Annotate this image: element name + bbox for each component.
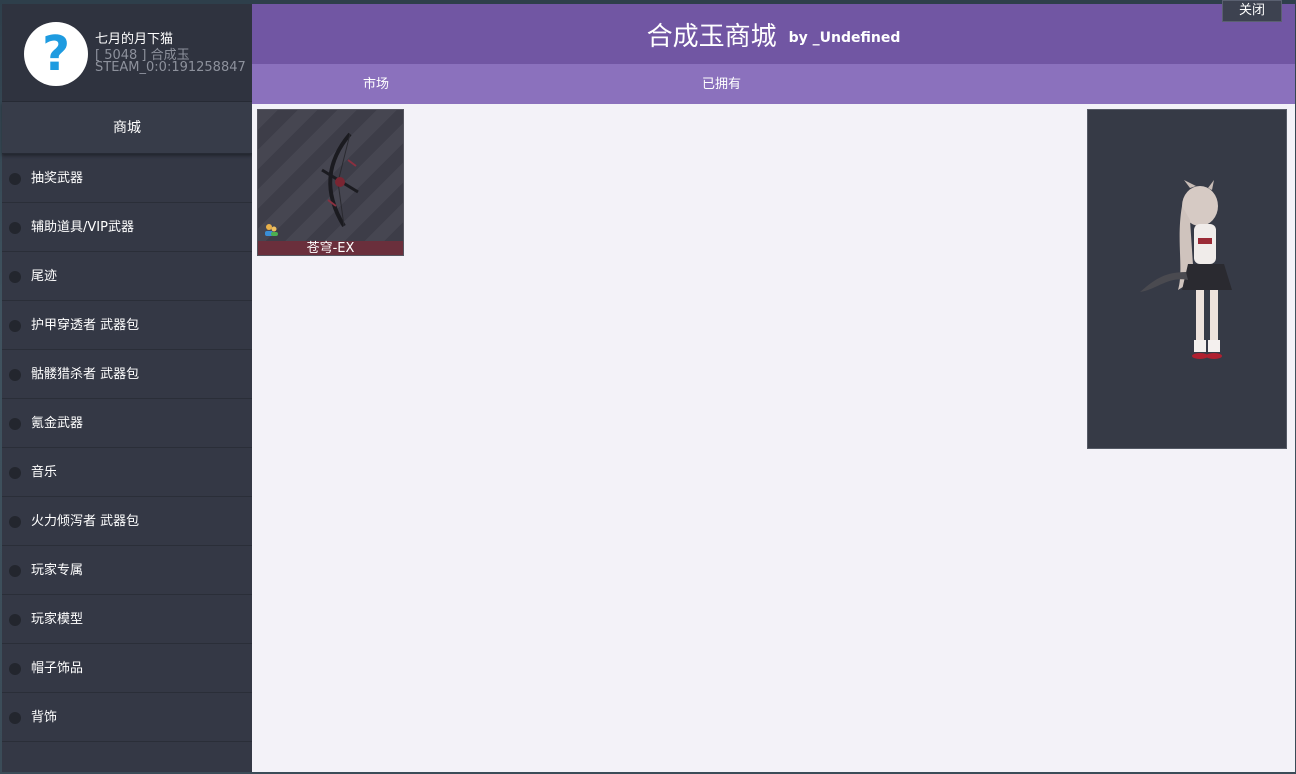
bullet-icon — [9, 516, 21, 528]
category-item-firepower-pack[interactable]: 火力倾泻者 武器包 — [2, 497, 252, 546]
character-model-icon — [1140, 180, 1232, 359]
bullet-icon — [9, 663, 21, 675]
shop-window: 合成玉商城 by _Undefined 关闭 市场 已拥有 苍穹-EX — [252, 0, 1295, 772]
avatar: ? — [24, 22, 88, 86]
bullet-icon — [9, 712, 21, 724]
tab-bar: 市场 已拥有 — [252, 64, 1295, 104]
category-item-premium-weapons[interactable]: 氪金武器 — [2, 399, 252, 448]
bullet-icon — [9, 614, 21, 626]
character-preview — [1087, 109, 1287, 449]
category-item-back-accessories[interactable]: 背饰 — [2, 693, 252, 742]
category-item-player-exclusive[interactable]: 玩家专属 — [2, 546, 252, 595]
tab-owned[interactable]: 已拥有 — [702, 64, 741, 104]
bullet-icon — [9, 467, 21, 479]
bullet-icon — [9, 418, 21, 430]
page-title: 合成玉商城 — [646, 21, 777, 52]
shop-heading[interactable]: 商城 — [2, 102, 252, 154]
category-list: 抽奖武器 辅助道具/VIP武器 尾迹 护甲穿透者 武器包 骷髅猎杀者 武器包 氪… — [2, 154, 252, 742]
category-item-player-models[interactable]: 玩家模型 — [2, 595, 252, 644]
item-card[interactable]: 苍穹-EX — [257, 109, 404, 256]
category-item-hats[interactable]: 帽子饰品 — [2, 644, 252, 693]
tab-market[interactable]: 市场 — [363, 64, 389, 104]
author-byline: by _Undefined — [788, 30, 901, 46]
bullet-icon — [9, 173, 21, 185]
close-button[interactable]: 关闭 — [1222, 0, 1282, 22]
bullet-icon — [9, 320, 21, 332]
category-item-music[interactable]: 音乐 — [2, 448, 252, 497]
question-mark-icon: ? — [42, 26, 70, 82]
profile-steam-id: STEAM_0:0:191258847 — [95, 60, 246, 75]
category-item-trails[interactable]: 尾迹 — [2, 252, 252, 301]
profile-panel: ? 七月的月下猫 [ 5048 ] 合成玉 STEAM_0:0:19125884… — [2, 4, 252, 102]
sidebar: ? 七月的月下猫 [ 5048 ] 合成玉 STEAM_0:0:19125884… — [2, 4, 252, 772]
title-bar: 合成玉商城 by _Undefined 关闭 — [252, 0, 1295, 64]
bullet-icon — [9, 369, 21, 381]
player-badge-icon — [265, 224, 278, 236]
bullet-icon — [9, 222, 21, 234]
bullet-icon — [9, 565, 21, 577]
bullet-icon — [9, 271, 21, 283]
category-item-lottery-weapons[interactable]: 抽奖武器 — [2, 154, 252, 203]
item-name: 苍穹-EX — [258, 241, 403, 256]
category-item-vip-weapons[interactable]: 辅助道具/VIP武器 — [2, 203, 252, 252]
bow-weapon-icon — [321, 132, 359, 228]
category-item-skeleton-hunter-pack[interactable]: 骷髅猎杀者 武器包 — [2, 350, 252, 399]
category-item-armor-piercer-pack[interactable]: 护甲穿透者 武器包 — [2, 301, 252, 350]
